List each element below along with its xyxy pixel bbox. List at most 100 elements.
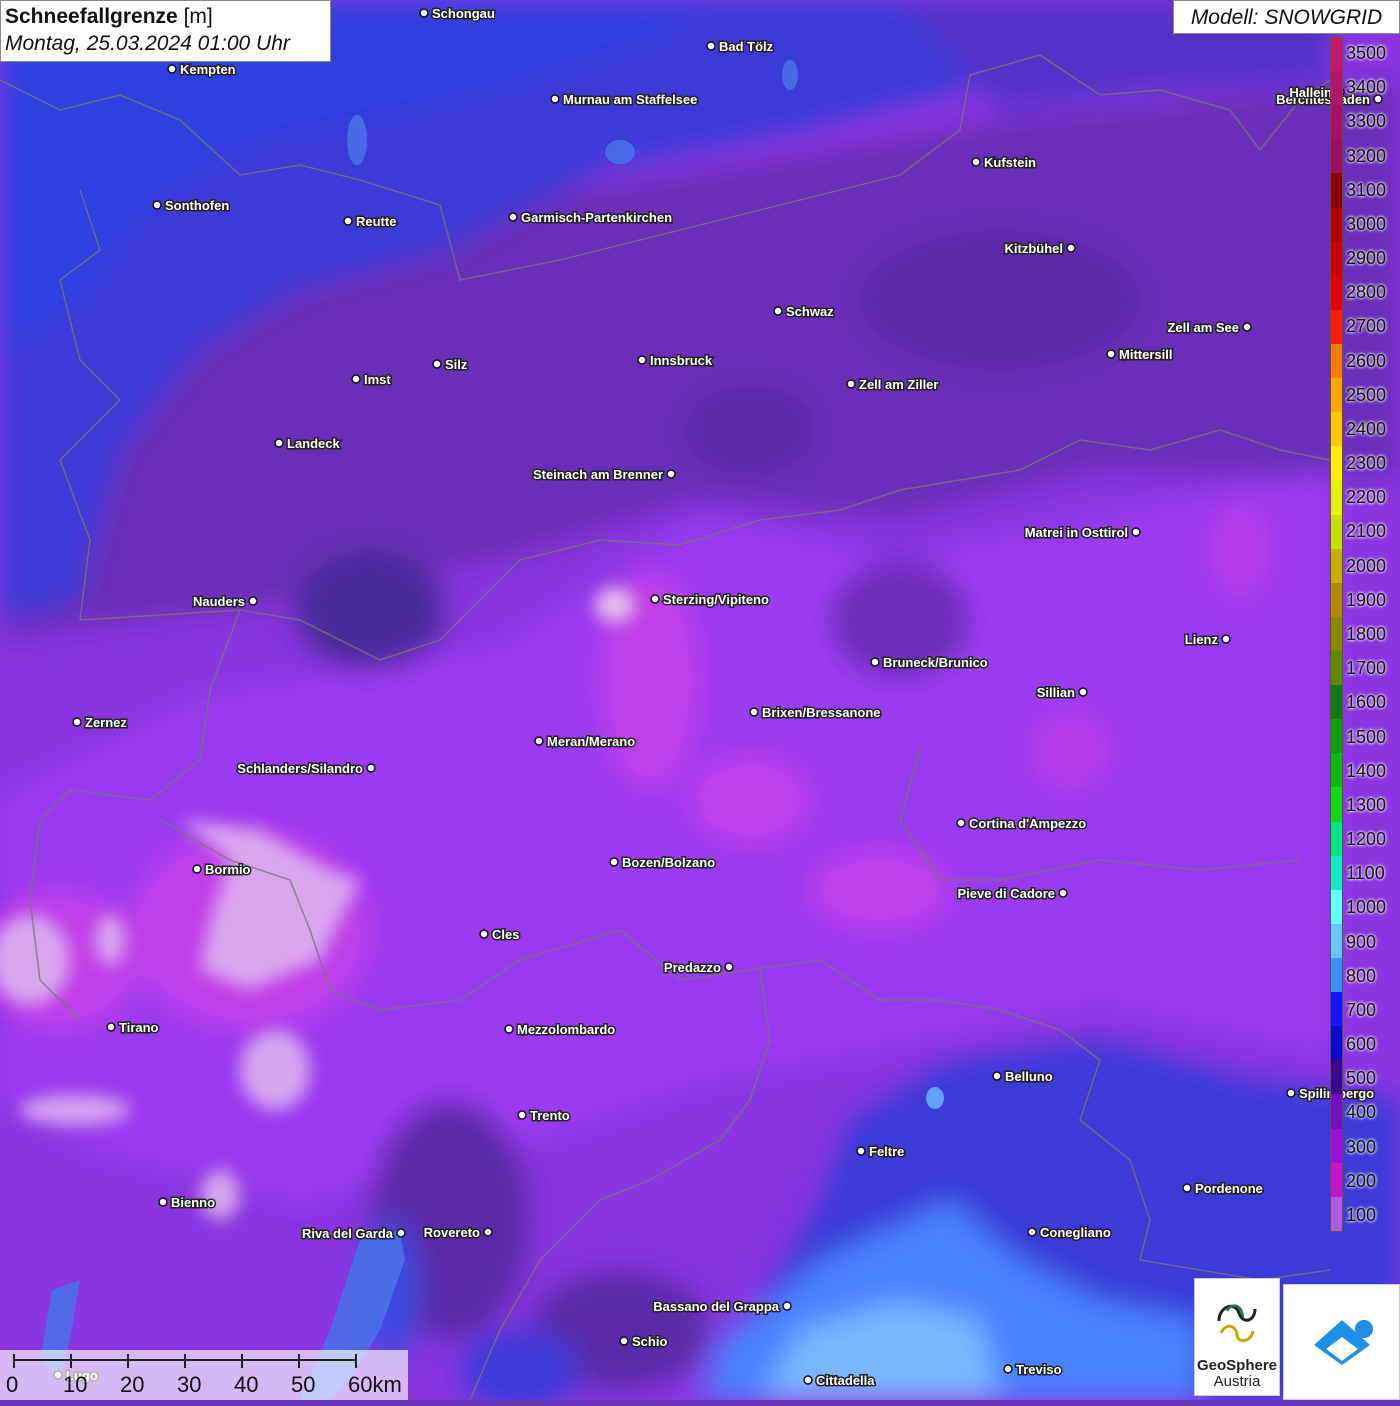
city-marker-icon bbox=[706, 41, 716, 51]
city-marker-icon bbox=[1182, 1183, 1192, 1193]
legend-label: 3000 bbox=[1346, 213, 1387, 234]
city-zell-am-see[interactable]: Zell am See bbox=[1166, 319, 1252, 337]
city-marker-icon bbox=[192, 864, 202, 874]
map-datetime: Montag, 25.03.2024 01:00 Uhr bbox=[5, 32, 290, 55]
city-riva-del-garda[interactable]: Riva del Garda bbox=[300, 1225, 406, 1243]
legend-label: 3200 bbox=[1346, 145, 1387, 166]
legend-swatch bbox=[1331, 343, 1342, 379]
city-marker-icon bbox=[803, 1375, 813, 1385]
legend-swatch bbox=[1331, 71, 1342, 106]
legend-label: 1000 bbox=[1346, 897, 1387, 918]
legend-swatch bbox=[1331, 241, 1342, 276]
legend-swatch bbox=[1331, 173, 1342, 208]
legend-swatch bbox=[1331, 446, 1342, 481]
legend-label: 1300 bbox=[1346, 794, 1387, 815]
legend-swatch bbox=[1331, 650, 1342, 686]
legend-swatch bbox=[1331, 992, 1342, 1027]
city-schlanders-silandro[interactable]: Schlanders/Silandro bbox=[236, 760, 376, 778]
legend-label: 1400 bbox=[1346, 760, 1387, 781]
city-label: Schwaz bbox=[786, 304, 834, 319]
city-marker-icon bbox=[992, 1071, 1002, 1081]
city-marker-icon bbox=[1131, 527, 1141, 537]
legend-swatch bbox=[1331, 1196, 1342, 1231]
city-marker-icon bbox=[274, 438, 284, 448]
city-garmisch-partenkirchen[interactable]: Garmisch-Partenkirchen bbox=[508, 209, 674, 227]
city-cortina-d-ampezzo[interactable]: Cortina d'Ampezzo bbox=[956, 815, 1088, 833]
city-schongau[interactable]: Schongau bbox=[419, 5, 496, 23]
scale-label: 10 bbox=[63, 1372, 88, 1397]
city-marker-icon bbox=[971, 157, 981, 167]
legend-label: 1800 bbox=[1346, 624, 1387, 644]
city-innsbruck[interactable]: Innsbruck bbox=[637, 352, 714, 370]
legend-swatch bbox=[1331, 548, 1342, 583]
city-bozen-bolzano[interactable]: Bozen/Bolzano bbox=[609, 854, 717, 872]
city-pieve-di-cadore[interactable]: Pieve di Cadore bbox=[956, 885, 1068, 903]
city-label: Nauders bbox=[193, 594, 245, 609]
legend-swatch bbox=[1331, 821, 1342, 856]
city-label: Belluno bbox=[1005, 1069, 1053, 1084]
city-label: Sillian bbox=[1037, 685, 1075, 700]
legend-swatch bbox=[1331, 582, 1342, 617]
city-conegliano[interactable]: Conegliano bbox=[1027, 1224, 1112, 1242]
city-mezzolombardo[interactable]: Mezzolombardo bbox=[504, 1021, 617, 1039]
city-label: Murnau am Staffelsee bbox=[563, 92, 697, 107]
city-label: Pieve di Cadore bbox=[957, 886, 1055, 901]
city-bruneck-brunico[interactable]: Bruneck/Brunico bbox=[870, 654, 989, 672]
city-marker-icon bbox=[1066, 243, 1076, 253]
city-steinach-am-brenner[interactable]: Steinach am Brenner bbox=[531, 466, 676, 484]
snowfall-map[interactable]: Schongau Bad Tölz Kempten Murnau am Staffel… bbox=[0, 0, 1400, 1400]
city-label: Bienno bbox=[171, 1195, 215, 1210]
legend-label: 2300 bbox=[1346, 453, 1387, 474]
city-marker-icon bbox=[619, 1336, 629, 1346]
city-marker-icon bbox=[517, 1110, 527, 1120]
legend-swatch bbox=[1331, 378, 1342, 413]
legend-swatch bbox=[1331, 105, 1342, 140]
legend-label: 700 bbox=[1346, 999, 1377, 1020]
legend-label: 200 bbox=[1346, 1170, 1377, 1191]
legend-swatch bbox=[1331, 616, 1342, 651]
city-matrei-in-osttirol[interactable]: Matrei in Osttirol bbox=[1023, 524, 1141, 542]
map-title: Schneefallgrenze [m] bbox=[5, 5, 213, 28]
city-meran-merano[interactable]: Meran/Merano bbox=[534, 733, 637, 751]
city-marker-icon bbox=[1003, 1364, 1013, 1374]
city-marker-icon bbox=[870, 657, 880, 667]
city-murnau-am-staffelsee[interactable]: Murnau am Staffelsee bbox=[550, 91, 699, 109]
city-marker-icon bbox=[1027, 1227, 1037, 1237]
city-bassano-del-grappa[interactable]: Bassano del Grappa bbox=[652, 1298, 792, 1316]
legend-label: 3400 bbox=[1346, 77, 1387, 98]
geosphere-austria-logo[interactable]: GeoSphere Austria bbox=[1194, 1278, 1280, 1396]
legend-swatch bbox=[1331, 480, 1342, 515]
city-sterzing-vipiteno[interactable]: Sterzing/Vipiteno bbox=[650, 591, 770, 609]
city-label: Bassano del Grappa bbox=[653, 1299, 779, 1314]
legend-swatch bbox=[1331, 1060, 1342, 1095]
city-label: Treviso bbox=[1016, 1362, 1062, 1377]
city-marker-icon bbox=[343, 216, 353, 226]
legend-label: 1600 bbox=[1346, 692, 1387, 713]
city-label: Brixen/Bressanone bbox=[762, 705, 881, 720]
city-sonthofen[interactable]: Sonthofen bbox=[152, 197, 231, 215]
city-marker-icon bbox=[158, 1197, 168, 1207]
legend-label: 2400 bbox=[1346, 418, 1387, 439]
city-label: Silz bbox=[445, 357, 468, 372]
app-logo[interactable] bbox=[1283, 1284, 1400, 1400]
city-brixen-bressanone[interactable]: Brixen/Bressanone bbox=[749, 704, 882, 722]
city-label: Riva del Garda bbox=[302, 1226, 394, 1241]
legend-label: 500 bbox=[1346, 1068, 1377, 1089]
logo-sub: Austria bbox=[1213, 1373, 1261, 1390]
logo-name: GeoSphere bbox=[1196, 1357, 1278, 1374]
city-marker-icon bbox=[724, 962, 734, 972]
legend-swatch bbox=[1331, 957, 1342, 993]
city-zell-am-ziller[interactable]: Zell am Ziller bbox=[846, 376, 940, 394]
city-marker-icon bbox=[1078, 687, 1088, 697]
city-label: Sonthofen bbox=[165, 198, 229, 213]
city-marker-icon bbox=[749, 707, 759, 717]
city-label: Cittadella bbox=[816, 1373, 875, 1388]
city-marker-icon bbox=[508, 212, 518, 222]
legend-swatch bbox=[1331, 309, 1342, 344]
city-pordenone[interactable]: Pordenone bbox=[1182, 1180, 1264, 1198]
city-label: Conegliano bbox=[1040, 1225, 1111, 1240]
city-label: Feltre bbox=[869, 1144, 904, 1159]
city-label: Schlanders/Silandro bbox=[237, 761, 363, 776]
legend-swatch bbox=[1331, 685, 1342, 720]
city-marker-icon bbox=[609, 857, 619, 867]
